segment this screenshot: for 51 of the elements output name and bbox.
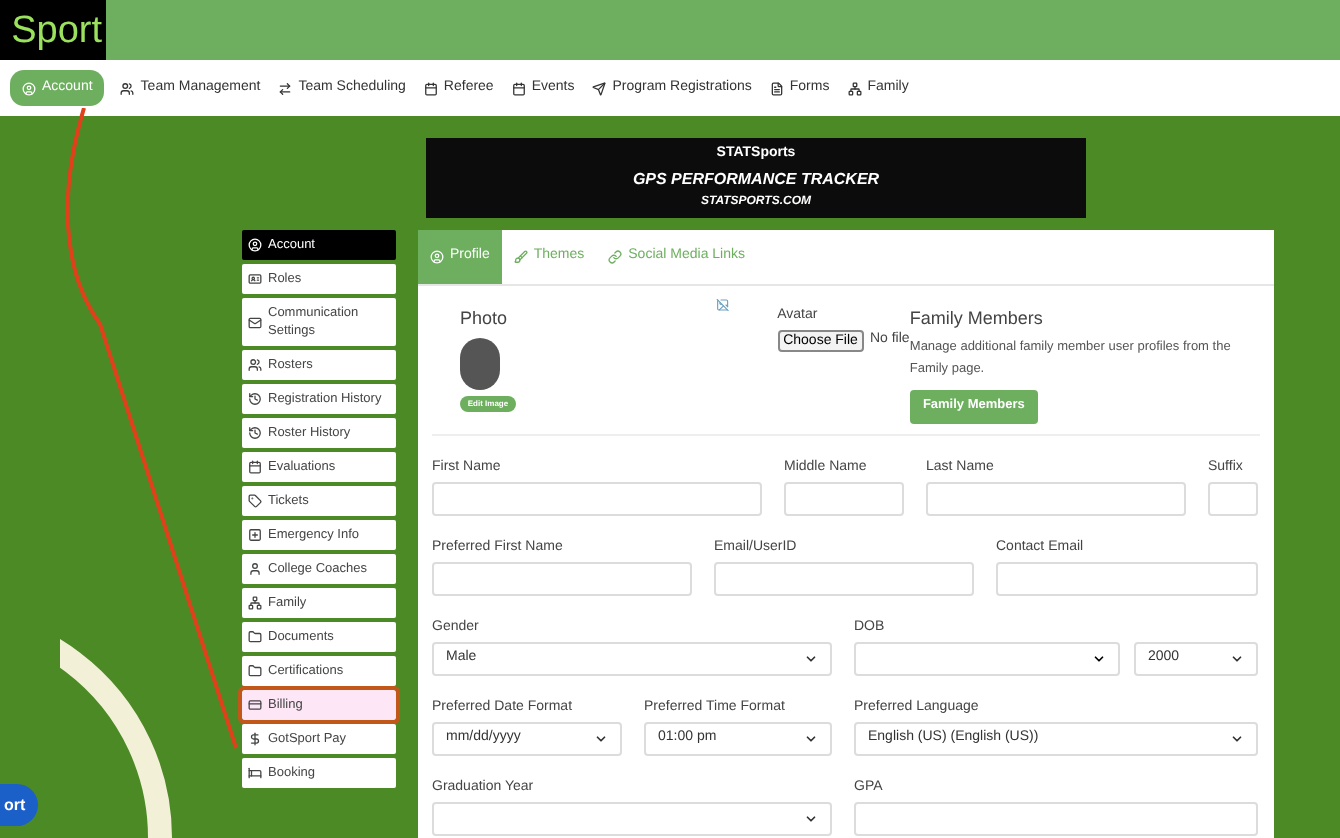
history-icon [248, 392, 262, 406]
text-field[interactable] [784, 482, 904, 516]
credit-card-icon [248, 698, 262, 712]
calendar-icon [248, 460, 262, 474]
text-field[interactable] [996, 562, 1258, 596]
text-field[interactable] [926, 482, 1186, 516]
family-members-title: Family Members [909, 306, 1045, 332]
chevron-down-icon [1230, 652, 1244, 666]
select-field[interactable] [432, 802, 832, 836]
brush-icon [513, 250, 528, 264]
calendar-icon [511, 81, 526, 95]
arrows-icon [278, 81, 293, 95]
users-icon [248, 358, 262, 372]
id-card-icon [248, 272, 262, 286]
chevron-down-icon [804, 732, 818, 746]
envelope-icon [248, 315, 262, 329]
file-icon [769, 81, 784, 95]
tag-icon [248, 494, 262, 508]
plus-square-icon [248, 528, 262, 542]
user-circle-icon [430, 250, 444, 264]
broken-image-icon [715, 298, 730, 312]
folder-icon [248, 664, 262, 678]
dollar-icon [248, 732, 262, 746]
date-select-field[interactable] [854, 642, 1120, 676]
photo-title: Photo [460, 306, 510, 332]
folder-icon [248, 630, 262, 644]
ad-headline: GPS PERFORMANCE TRACKER [632, 167, 880, 192]
chevron-down-icon [1230, 732, 1244, 746]
paper-plane-icon [592, 81, 607, 95]
text-field[interactable] [432, 562, 692, 596]
link-icon [608, 250, 623, 264]
users-icon [120, 81, 135, 95]
support-button[interactable]: ort [0, 784, 38, 826]
text-field[interactable] [714, 562, 974, 596]
avatar-silhouette [460, 337, 500, 389]
hierarchy-icon [248, 596, 262, 610]
chevron-down-icon [804, 812, 818, 826]
logo: Sport [0, 0, 106, 60]
user-icon [248, 562, 262, 576]
text-field[interactable] [432, 482, 762, 516]
text-field[interactable] [1208, 482, 1258, 516]
chevron-down-icon [804, 652, 818, 666]
chevron-down-icon [594, 732, 608, 746]
chevron-down-icon [1092, 652, 1106, 666]
hierarchy-icon [847, 81, 862, 95]
user-circle-icon [22, 81, 36, 95]
text-field[interactable] [854, 802, 1258, 836]
history-icon [248, 426, 262, 440]
calendar-icon [423, 81, 438, 95]
bed-icon [248, 766, 262, 780]
user-circle-icon [248, 238, 262, 252]
